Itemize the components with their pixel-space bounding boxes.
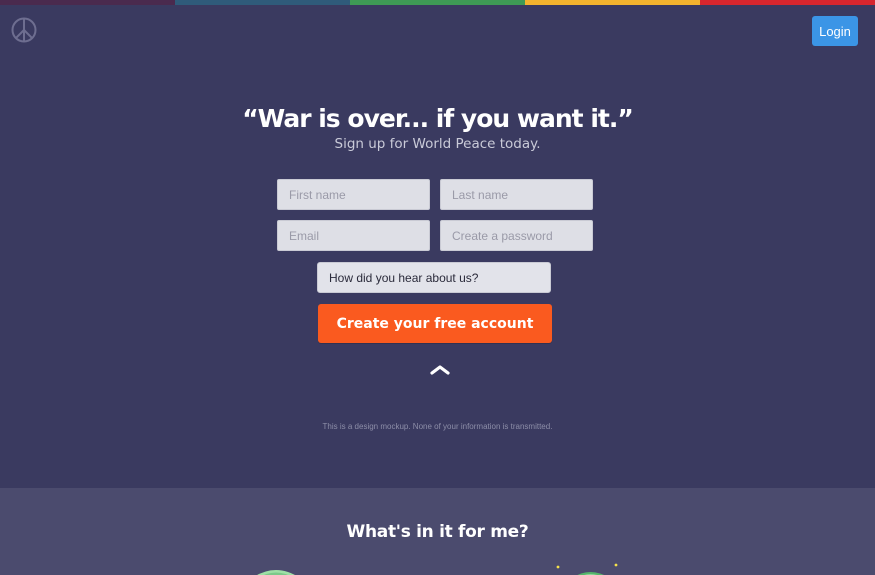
- rainbow-segment: [700, 0, 875, 5]
- globe-icon: [257, 570, 295, 575]
- rainbow-strip: [0, 0, 875, 5]
- page-subheading: Sign up for World Peace today.: [334, 136, 541, 152]
- referral-select[interactable]: How did you hear about us?: [317, 262, 551, 293]
- rainbow-segment: [0, 0, 175, 5]
- features-title: What's in it for me?: [346, 522, 529, 542]
- rainbow-segment: [350, 0, 525, 5]
- globe-sparkle-icon: [556, 563, 618, 575]
- last-name-input[interactable]: [440, 179, 593, 210]
- login-button[interactable]: Login: [812, 16, 858, 46]
- create-account-button[interactable]: Create your free account: [318, 304, 552, 343]
- referral-select-value: How did you hear about us?: [329, 270, 479, 285]
- page-headline: “War is over... if you want it.”: [242, 104, 634, 133]
- chevron-up-icon[interactable]: [428, 362, 452, 376]
- peace-sign-icon[interactable]: [10, 16, 38, 44]
- features-section: What's in it for me?: [0, 488, 875, 575]
- rainbow-segment: [525, 0, 700, 5]
- disclaimer-text: This is a design mockup. None of your in…: [322, 422, 553, 431]
- rainbow-segment: [175, 0, 350, 5]
- hero-section: [0, 0, 875, 488]
- password-input[interactable]: [440, 220, 593, 251]
- email-input[interactable]: [277, 220, 430, 251]
- first-name-input[interactable]: [277, 179, 430, 210]
